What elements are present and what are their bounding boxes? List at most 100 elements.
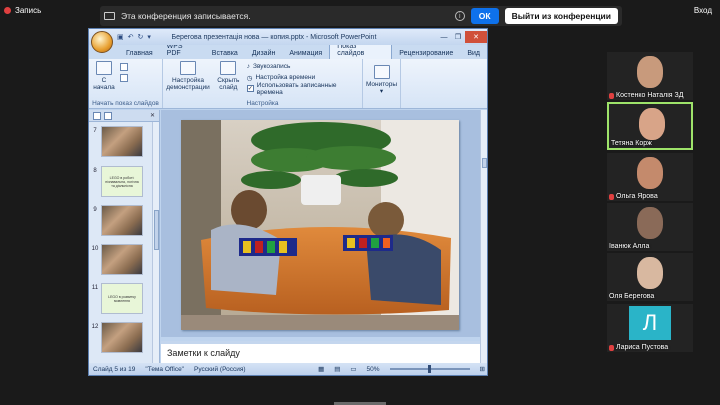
record-icon (4, 7, 11, 14)
participant-tile-active-speaker[interactable]: Тетяна Корж (607, 102, 693, 150)
slides-panel: ✕ 7 8 LEGO в роботі: пізнавальна, логічн… (89, 110, 160, 364)
info-icon[interactable]: i (454, 11, 465, 21)
recording-indicator[interactable]: Запись (4, 6, 41, 15)
participant-name-row: Іванюк Алла (609, 243, 691, 250)
slide-counter: Слайд 5 из 19 (93, 365, 136, 373)
ribbon-group-monitors: Мониторы ▾ (363, 59, 401, 108)
participant-tile[interactable]: Костенко Наталія ЗД (607, 52, 693, 100)
zoom-slider[interactable] (389, 365, 470, 373)
muted-mic-icon (609, 344, 614, 351)
window-controls: — ❐ ✕ (437, 30, 487, 44)
participant-tile[interactable]: Іванюк Алла (607, 203, 693, 251)
slide-thumbnail[interactable]: 12 (89, 322, 153, 353)
tab-insert[interactable]: Вставка (205, 48, 245, 59)
fit-window-icon[interactable]: ⊞ (480, 365, 485, 373)
custom-show-icon[interactable] (120, 74, 128, 82)
notes-pane[interactable]: Заметки к слайду (161, 341, 480, 364)
thumb-image (101, 244, 143, 275)
ok-button[interactable]: ОК (470, 8, 499, 24)
participant-video (637, 257, 663, 289)
tab-review[interactable]: Рецензирование (392, 48, 460, 59)
ribbon-tabs: Главная WPS PDF Вставка Дизайн Анимация … (89, 40, 487, 59)
ribbon-group-setup: Настройка демонстрации Скрыть слайд ♪ Зв… (163, 59, 363, 108)
ribbon-group-start: С начала Начать показ слайдов (89, 59, 163, 108)
slide-thumbnail[interactable]: 7 (89, 126, 153, 157)
slideshow-icon (96, 61, 112, 75)
record-sound-button[interactable]: ♪ Звукозапись (247, 61, 359, 72)
scroll-thumb[interactable] (154, 210, 159, 250)
from-current-icon[interactable] (120, 63, 128, 71)
thumb-number: 12 (91, 324, 99, 330)
thumb-image (101, 126, 143, 157)
tab-design[interactable]: Дизайн (245, 48, 283, 59)
group-title-start: Начать показ слайдов (92, 100, 159, 107)
office-button[interactable] (91, 31, 113, 53)
participant-video (637, 207, 663, 239)
tab-animation[interactable]: Анимация (282, 48, 329, 59)
undo-icon[interactable]: ↶ (128, 33, 134, 41)
participant-name: Ольга Ярова (616, 193, 658, 200)
close-icon[interactable]: ✕ (465, 31, 487, 43)
sorter-view-icon[interactable]: ▤ (334, 365, 340, 373)
participant-name-row: Оля Берегова (609, 293, 691, 300)
participant-name: Лариса Пустова (616, 344, 669, 351)
thumb-number: 11 (91, 285, 99, 291)
banner-text: Эта конференция записывается. (121, 11, 251, 21)
maximize-icon[interactable]: ❐ (451, 31, 465, 43)
zoom-meeting-window: Запись Вход Эта конференция записывается… (0, 0, 720, 405)
leave-meeting-button[interactable]: Выйти из конференции (504, 8, 618, 24)
slide-editor (161, 110, 480, 337)
participant-name: Іванюк Алла (609, 243, 650, 250)
slide-thumbnail[interactable]: 11 LEGO в розвитку мовлення (89, 283, 153, 314)
setup-show-button[interactable]: Настройка демонстрации (166, 61, 210, 94)
slide-thumbnail[interactable]: 10 (89, 244, 153, 275)
monitors-button[interactable]: Мониторы ▾ (366, 61, 397, 95)
normal-view-icon[interactable]: ▦ (318, 365, 324, 373)
language[interactable]: Русский (Россия) (194, 366, 246, 373)
slide-scrollbar[interactable] (480, 110, 487, 364)
thumb-text-slide: LEGO в розвитку мовлення (101, 283, 143, 314)
participant-name-row: Тетяна Корж (611, 140, 689, 147)
thumb-text-slide: LEGO в роботі: пізнавальна, логічна та д… (101, 166, 143, 197)
enter-label[interactable]: Вход (694, 6, 712, 15)
panel-scrollbar[interactable] (152, 122, 159, 364)
slideshow-view-icon[interactable]: ▭ (350, 365, 356, 373)
participant-name-row: Костенко Наталія ЗД (609, 92, 691, 99)
recording-label: Запись (15, 6, 42, 15)
thumb-number: 7 (93, 128, 97, 134)
participant-video (637, 56, 663, 88)
ppt-titlebar: ▣ ↶ ↻ ▾ Берегова презентація нова — копи… (89, 29, 487, 53)
zoom-level[interactable]: 50% (367, 366, 380, 373)
close-panel-icon[interactable]: ✕ (150, 112, 155, 119)
slide-thumbnail[interactable]: 8 LEGO в роботі: пізнавальна, логічна та… (89, 166, 153, 197)
scroll-thumb[interactable] (482, 158, 487, 168)
slides-tab-icon[interactable] (93, 111, 101, 120)
slide-photo (181, 120, 459, 330)
hide-slide-button[interactable]: Скрыть слайд (216, 61, 241, 94)
start-from-label: С начала (93, 77, 115, 91)
thumb-number: 9 (93, 207, 97, 213)
quick-access-toolbar: ▣ ↶ ↻ ▾ (117, 33, 151, 41)
outline-tab-icon[interactable] (104, 111, 112, 120)
minimize-icon[interactable]: — (437, 31, 451, 43)
redo-icon[interactable]: ↻ (138, 33, 144, 41)
use-timings-label: Использовать записанные времена (256, 81, 337, 96)
use-timings-checkbox[interactable]: ✓ Использовать записанные времена (246, 81, 359, 96)
rehearse-label: Настройка времени (255, 74, 316, 81)
current-slide[interactable] (181, 120, 459, 330)
save-icon[interactable]: ▣ (117, 33, 124, 41)
participant-video (639, 108, 665, 140)
thumb-image (101, 205, 143, 236)
participant-tile[interactable]: Л Лариса Пустова (607, 304, 693, 352)
participant-tile[interactable]: Оля Берегова (607, 253, 693, 301)
participant-name-row: Лариса Пустова (609, 344, 691, 351)
setup-icon (179, 61, 196, 75)
start-from-beginning-button[interactable]: С начала (92, 61, 116, 91)
record-sound-label: Звукозапись (253, 63, 291, 70)
group-title-setup: Настройка (246, 100, 279, 107)
monitors-label: Мониторы (365, 81, 398, 88)
slide-thumbnail[interactable]: 9 (89, 205, 153, 236)
tab-view[interactable]: Вид (460, 48, 487, 59)
participant-tile[interactable]: Ольга Ярова (607, 153, 693, 201)
tab-home[interactable]: Главная (119, 48, 160, 59)
